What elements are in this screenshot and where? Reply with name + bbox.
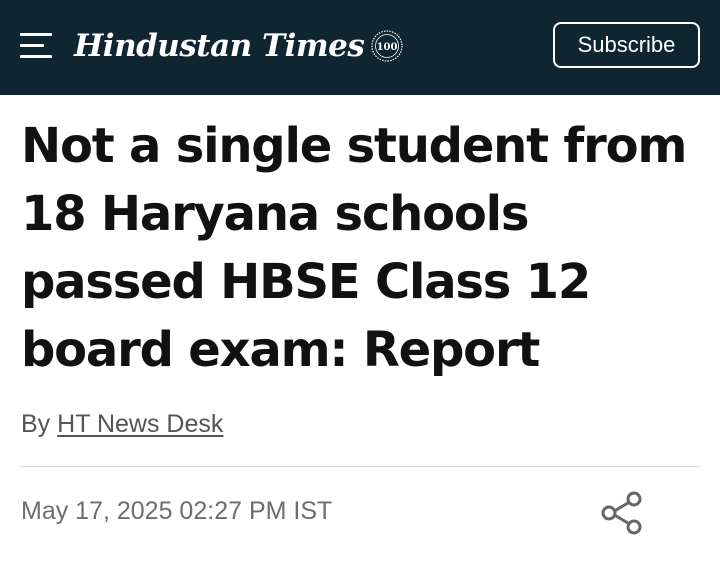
centenary-seal-icon: 100 bbox=[371, 30, 403, 62]
hamburger-menu-icon[interactable] bbox=[20, 33, 52, 59]
share-icon[interactable] bbox=[598, 488, 648, 538]
byline-prefix: By bbox=[21, 410, 51, 438]
headline-line: board exam: Report bbox=[21, 322, 540, 378]
author-link[interactable]: HT News Desk bbox=[57, 410, 223, 438]
headline-line: Not a single student from bbox=[21, 118, 687, 174]
headline-line: passed HBSE Class 12 bbox=[21, 254, 591, 310]
publish-timestamp: May 17, 2025 02:27 PM IST bbox=[21, 497, 333, 525]
headline-line: 18 Haryana schools bbox=[21, 186, 529, 242]
subscribe-button[interactable]: Subscribe bbox=[553, 22, 700, 68]
divider bbox=[20, 466, 700, 467]
site-logo[interactable]: Hindustan Times 100 bbox=[74, 24, 404, 68]
logo-text: Hindustan Times bbox=[74, 28, 365, 64]
article-headline: Not a single student from 18 Haryana sch… bbox=[21, 112, 701, 384]
site-header: Hindustan Times 100 Subscribe bbox=[0, 0, 720, 95]
seal-text: 100 bbox=[377, 42, 398, 53]
byline: By HT News Desk bbox=[21, 410, 223, 439]
